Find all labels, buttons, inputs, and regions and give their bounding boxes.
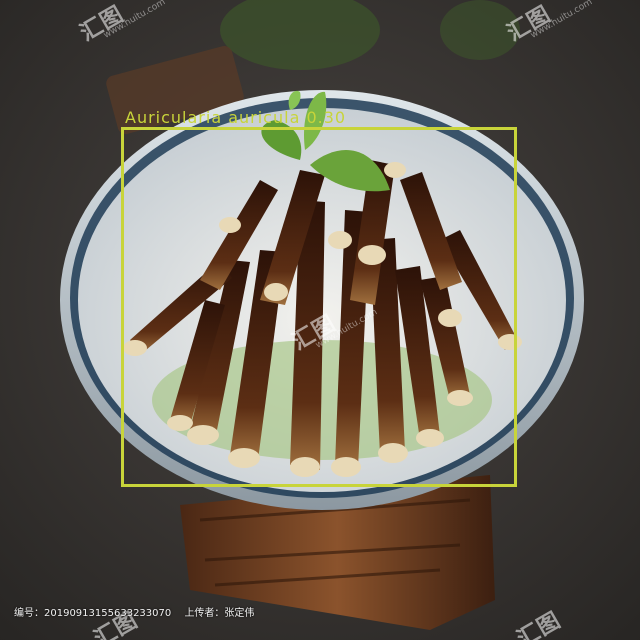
photo-frame: Auricularia auricula 0.30 汇图 www.huitu.c… — [0, 0, 640, 640]
detection-box — [121, 127, 517, 487]
photo-id: 编号：20190913155633233070 — [14, 608, 172, 619]
photo-uploader: 上传者：张定伟 — [184, 608, 255, 619]
photo-caption: 编号：20190913155633233070 上传者：张定伟 — [14, 604, 264, 619]
detection-label: Auricularia auricula 0.30 — [125, 108, 347, 127]
